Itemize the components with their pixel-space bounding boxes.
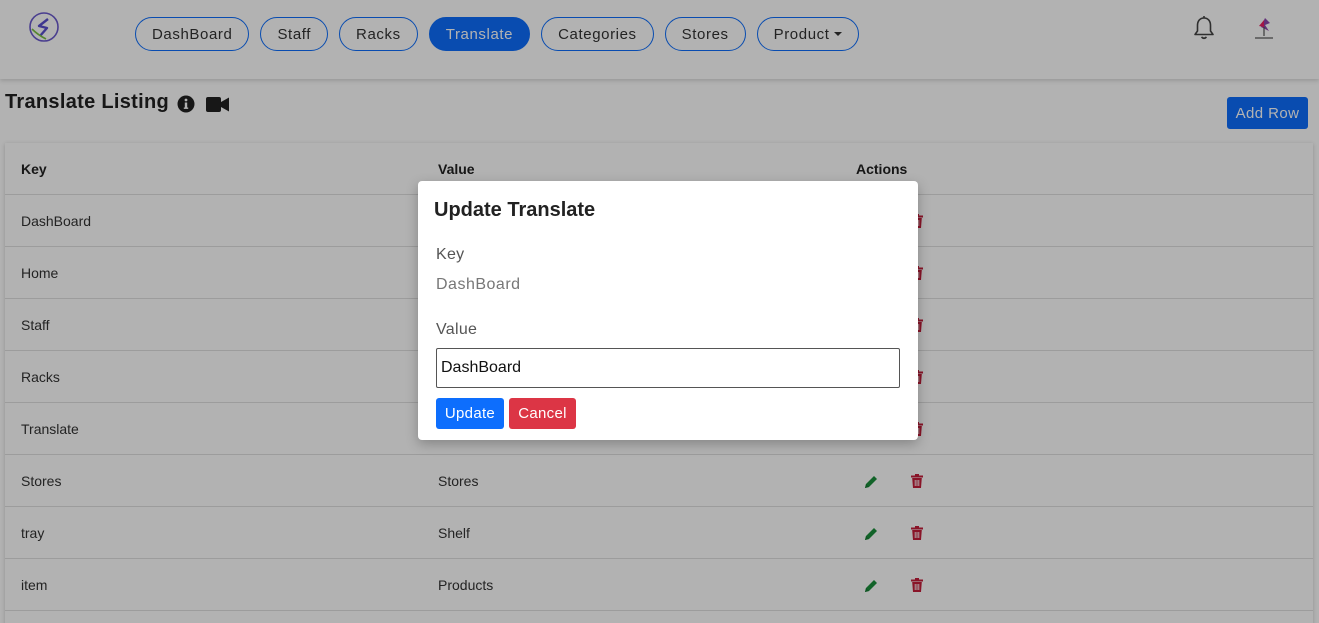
cancel-button[interactable]: Cancel xyxy=(509,398,576,429)
update-button[interactable]: Update xyxy=(436,398,504,429)
update-translate-modal: Update Translate Key DashBoard Value Upd… xyxy=(418,181,918,440)
key-label: Key xyxy=(436,246,465,263)
key-value: DashBoard xyxy=(436,276,521,293)
modal-title: Update Translate xyxy=(434,199,596,221)
value-input[interactable] xyxy=(436,348,900,388)
value-label: Value xyxy=(436,321,478,338)
